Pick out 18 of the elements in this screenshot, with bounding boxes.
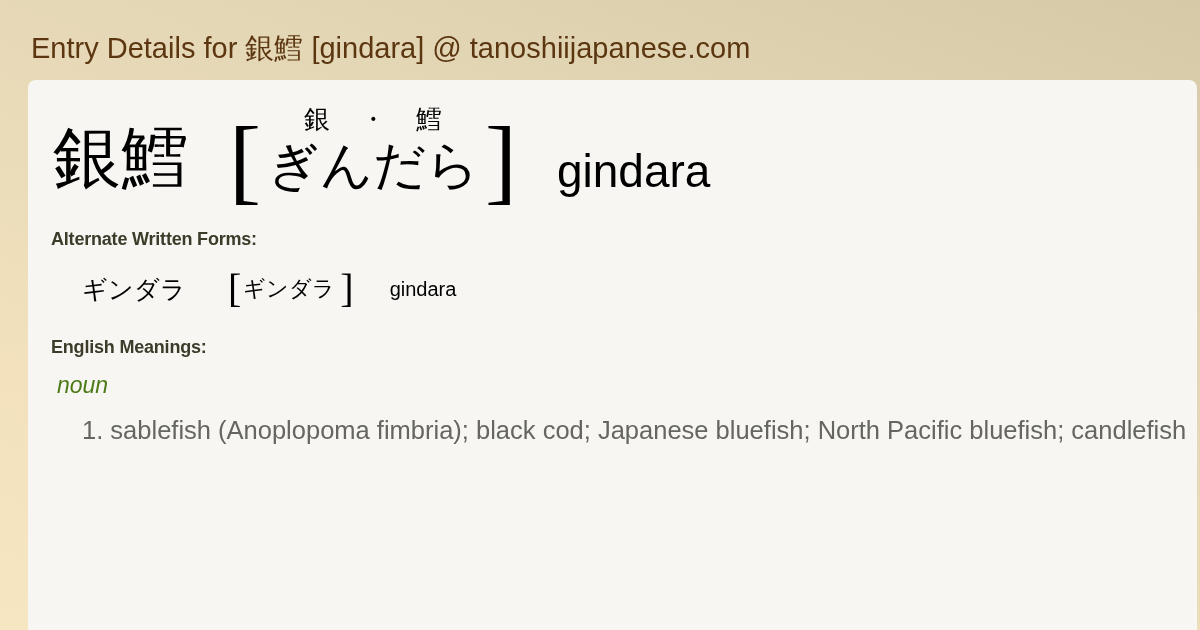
reading-bracket: [ — [228, 269, 242, 309]
headword: 銀鱈 — [53, 118, 189, 198]
page-title: Entry Details for 銀鱈 [gindara] @ tanoshiijapanese.com — [31, 31, 751, 66]
reading-bracket: ] — [340, 269, 354, 309]
furigana: 銀 — [303, 104, 330, 134]
section-heading: Alternate Written Forms: — [51, 228, 257, 251]
alternate-reading: ギンダラ — [243, 275, 336, 303]
reading-bracket: ] — [484, 112, 517, 208]
alternate-romaji: gindara — [389, 277, 457, 301]
part-of-speech: noun — [57, 371, 109, 399]
reading: ぎんだら — [266, 134, 479, 196]
alternate-form: ギンダラ — [82, 273, 186, 306]
meaning-item: 1. sablefish (Anoplopoma fimbria); black cod; Japanese bluefish; North Pacific bluefish; candlefish — [82, 415, 1187, 445]
furigana: 鱈 — [415, 104, 442, 134]
reading-bracket: [ — [229, 112, 261, 208]
section-heading: English Meanings: — [51, 336, 207, 359]
romaji: gindara — [556, 144, 711, 199]
furigana: ・ — [359, 104, 386, 134]
